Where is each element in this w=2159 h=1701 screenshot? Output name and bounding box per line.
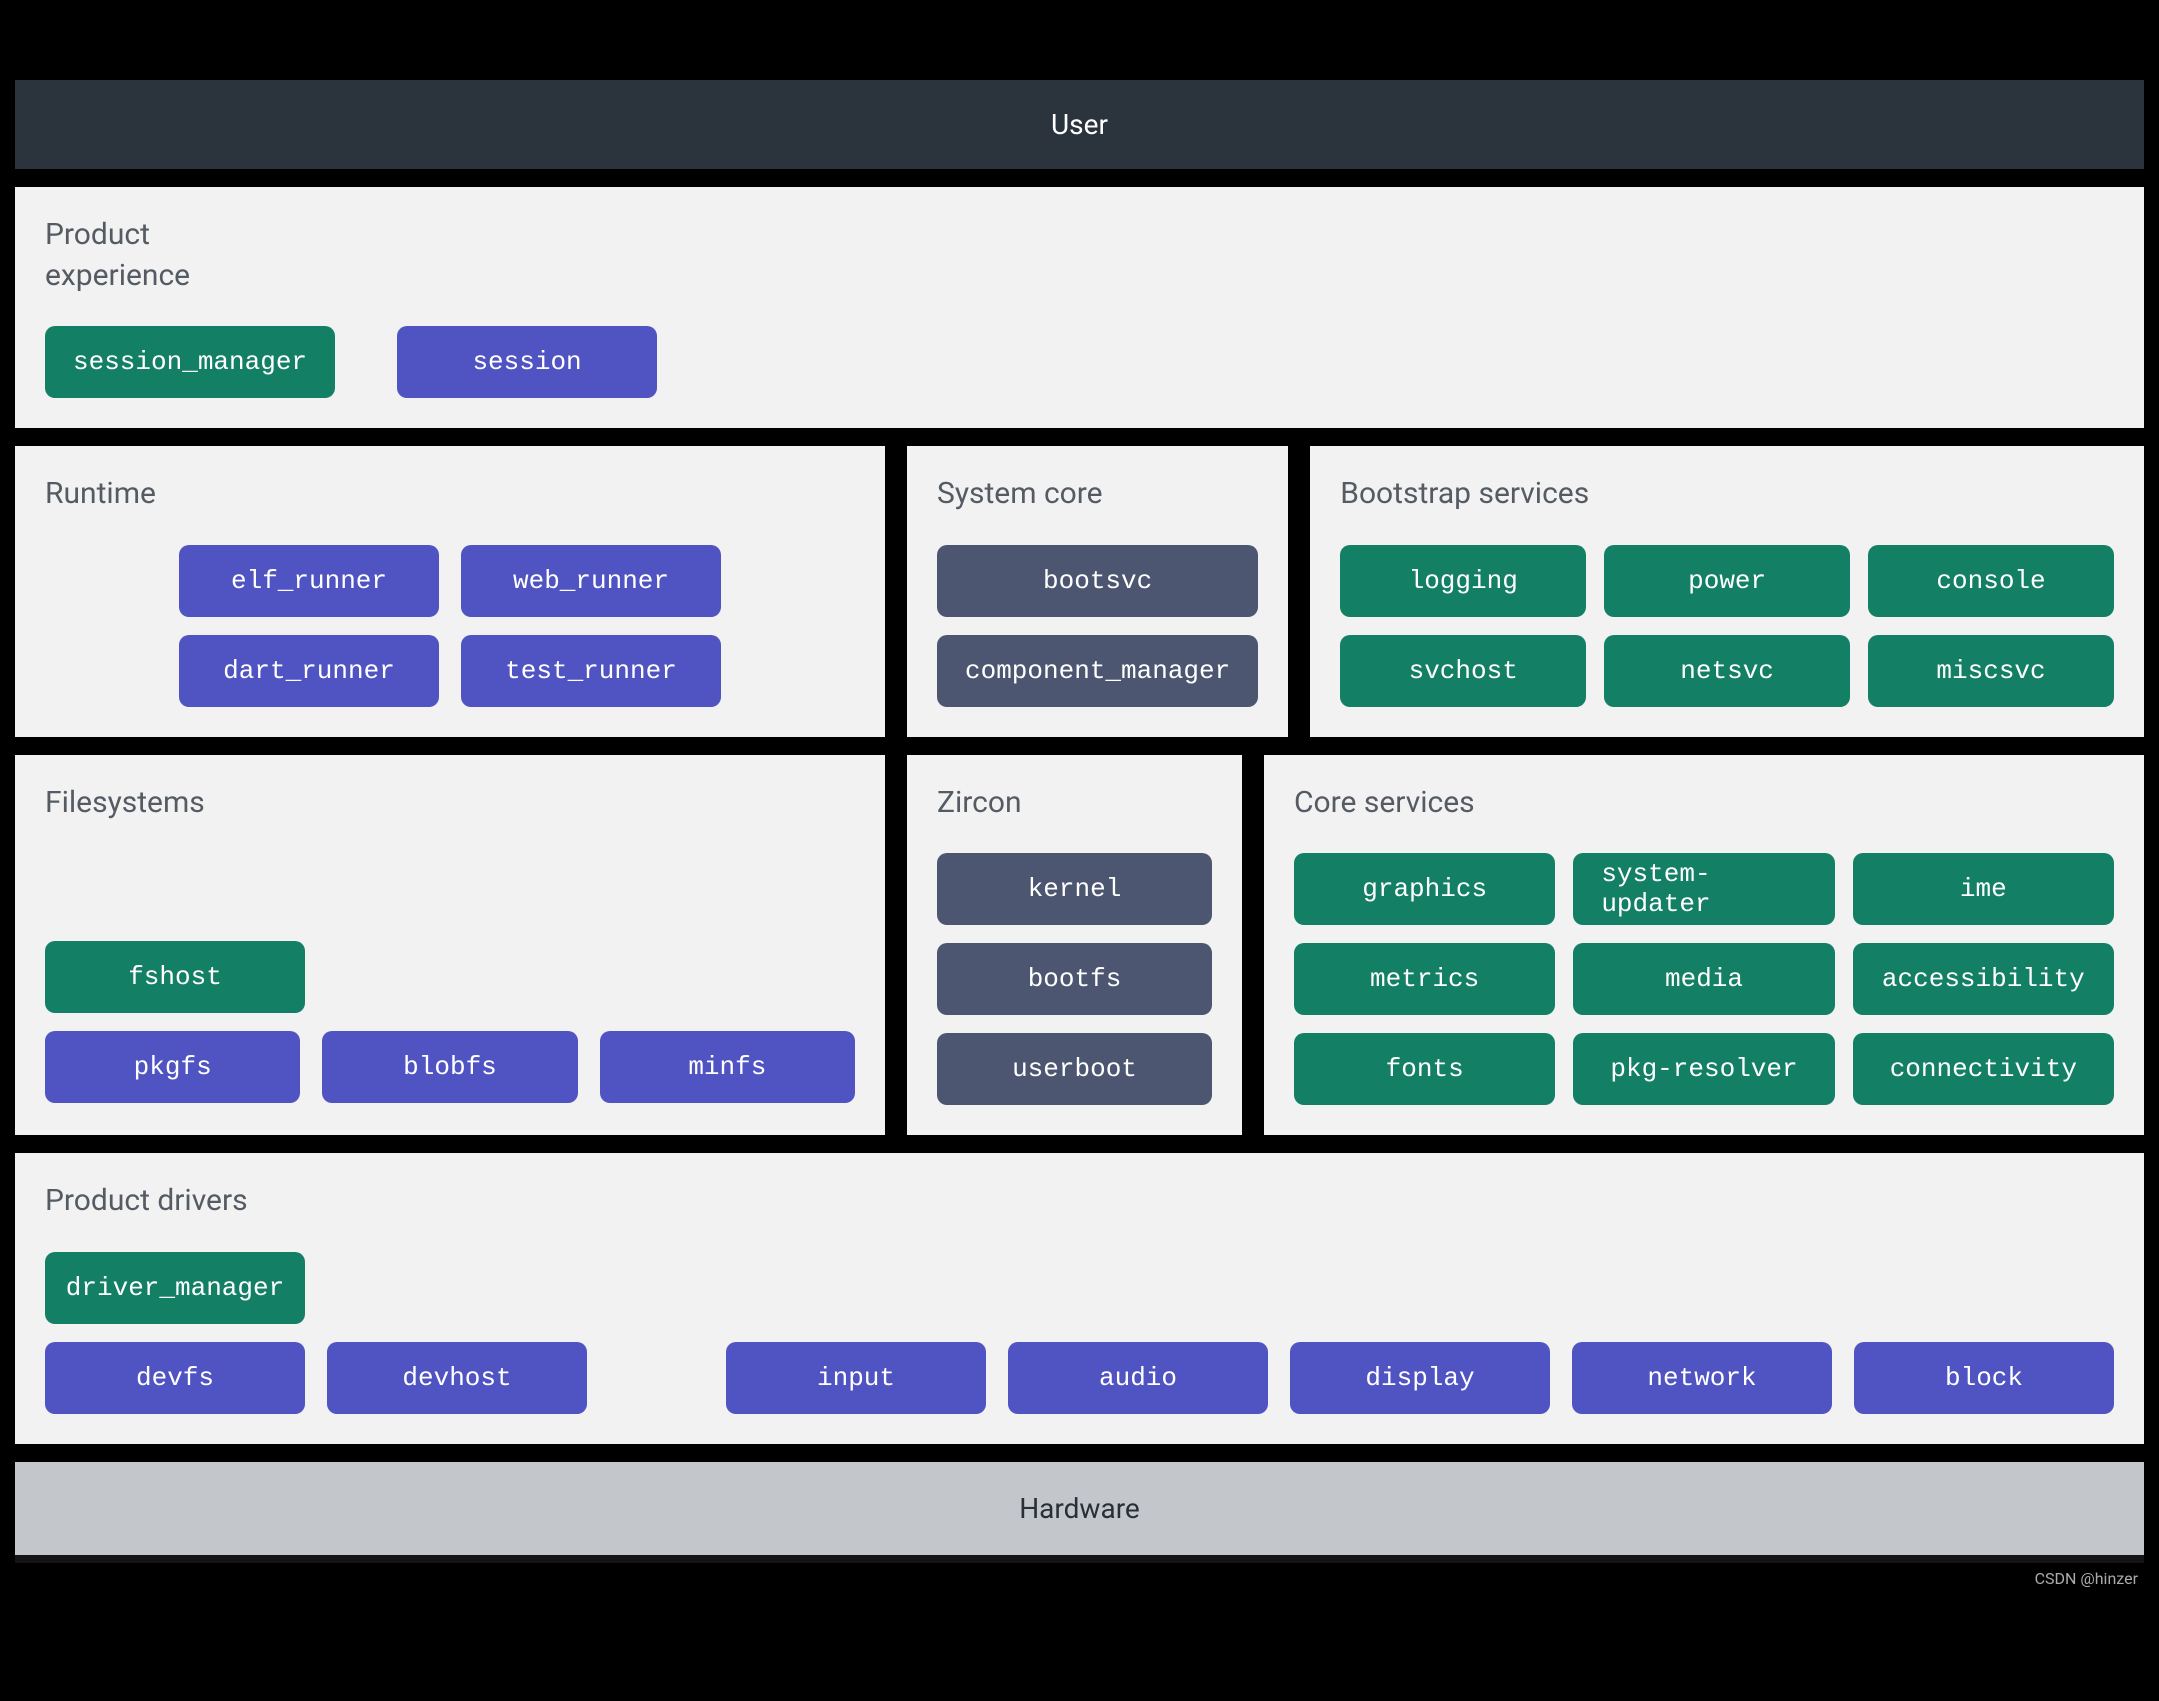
panel-system-core: System core bootsvc component_manager bbox=[907, 446, 1288, 737]
chip-bootfs: bootfs bbox=[937, 943, 1212, 1015]
panel-core-services: Core services graphics system-updater im… bbox=[1264, 755, 2144, 1136]
panel-zircon: Zircon kernel bootfs userboot bbox=[907, 755, 1242, 1136]
driver-row: driver_manager devfs devhost input audio… bbox=[45, 1252, 2114, 1414]
chip-component-manager: component_manager bbox=[937, 635, 1258, 707]
chip-row: session_manager session bbox=[45, 326, 2114, 398]
chip-elf-runner: elf_runner bbox=[179, 545, 439, 617]
chip-media: media bbox=[1573, 943, 1834, 1015]
chip-driver-manager: driver_manager bbox=[45, 1252, 305, 1324]
chip-grid: elf_runner web_runner dart_runner test_r… bbox=[45, 545, 855, 707]
driver-right: input audio display network block bbox=[726, 1252, 2114, 1414]
chip-ime: ime bbox=[1853, 853, 2114, 925]
chip-logging: logging bbox=[1340, 545, 1586, 617]
chip-connectivity: connectivity bbox=[1853, 1033, 2114, 1105]
chip-fonts: fonts bbox=[1294, 1033, 1555, 1105]
chip-col: kernel bootfs userboot bbox=[937, 853, 1212, 1105]
row-filesystems-zircon-core: Filesystems fshost pkgfs blobfs minfs Zi… bbox=[15, 755, 2144, 1136]
chip-grid: graphics system-updater ime metrics medi… bbox=[1294, 853, 2114, 1105]
chip-pkgfs: pkgfs bbox=[45, 1031, 300, 1103]
chip-input: input bbox=[726, 1342, 986, 1414]
panel-bootstrap-services: Bootstrap services logging power console… bbox=[1310, 446, 2144, 737]
chip-session-manager: session_manager bbox=[45, 326, 335, 398]
chip-test-runner: test_runner bbox=[461, 635, 721, 707]
chip-blobfs: blobfs bbox=[322, 1031, 577, 1103]
panel-runtime: Runtime elf_runner web_runner dart_runne… bbox=[15, 446, 885, 737]
panel-title: Product drivers bbox=[45, 1181, 2114, 1222]
chip-minfs: minfs bbox=[600, 1031, 855, 1103]
panel-title: Product experience bbox=[45, 215, 2114, 296]
panel-title: System core bbox=[937, 474, 1258, 515]
chip-bootsvc: bootsvc bbox=[937, 545, 1258, 617]
row-runtime-syscore-bootstrap: Runtime elf_runner web_runner dart_runne… bbox=[15, 446, 2144, 737]
chip-network: network bbox=[1572, 1342, 1832, 1414]
chip-stack: fshost pkgfs blobfs minfs bbox=[45, 853, 855, 1103]
chip-audio: audio bbox=[1008, 1342, 1268, 1414]
panel-filesystems: Filesystems fshost pkgfs blobfs minfs bbox=[15, 755, 885, 1136]
chip-web-runner: web_runner bbox=[461, 545, 721, 617]
chip-system-updater: system-updater bbox=[1573, 853, 1834, 925]
chip-accessibility: accessibility bbox=[1853, 943, 2114, 1015]
chip-devhost: devhost bbox=[327, 1342, 587, 1414]
chip-netsvc: netsvc bbox=[1604, 635, 1850, 707]
chip-row: pkgfs blobfs minfs bbox=[45, 1031, 855, 1103]
chip-userboot: userboot bbox=[937, 1033, 1212, 1105]
panel-title: Zircon bbox=[937, 783, 1212, 824]
chip-console: console bbox=[1868, 545, 2114, 617]
panel-product-drivers: Product drivers driver_manager devfs dev… bbox=[15, 1153, 2144, 1444]
chip-kernel: kernel bbox=[937, 853, 1212, 925]
chip-dart-runner: dart_runner bbox=[179, 635, 439, 707]
chip-svchost: svchost bbox=[1340, 635, 1586, 707]
chip-graphics: graphics bbox=[1294, 853, 1555, 925]
chip-block: block bbox=[1854, 1342, 2114, 1414]
panel-product-experience: Product experience session_manager sessi… bbox=[15, 187, 2144, 428]
panel-title: Runtime bbox=[45, 474, 855, 515]
panel-title: Bootstrap services bbox=[1340, 474, 2114, 515]
chip-grid: logging power console svchost netsvc mis… bbox=[1340, 545, 2114, 707]
driver-left: driver_manager devfs devhost bbox=[45, 1252, 587, 1414]
chip-session: session bbox=[397, 326, 657, 398]
user-bar: User bbox=[15, 80, 2144, 169]
chip-pkg-resolver: pkg-resolver bbox=[1573, 1033, 1834, 1105]
chip-devfs: devfs bbox=[45, 1342, 305, 1414]
panel-title: Filesystems bbox=[45, 783, 855, 824]
chip-display: display bbox=[1290, 1342, 1550, 1414]
watermark: CSDN @hinzer bbox=[15, 1569, 2144, 1588]
chip-miscsvc: miscsvc bbox=[1868, 635, 2114, 707]
hardware-bar: Hardware bbox=[15, 1462, 2144, 1555]
panel-title: Core services bbox=[1294, 783, 2114, 824]
chip-metrics: metrics bbox=[1294, 943, 1555, 1015]
chip-power: power bbox=[1604, 545, 1850, 617]
chip-col: bootsvc component_manager bbox=[937, 545, 1258, 707]
chip-fshost: fshost bbox=[45, 941, 305, 1013]
